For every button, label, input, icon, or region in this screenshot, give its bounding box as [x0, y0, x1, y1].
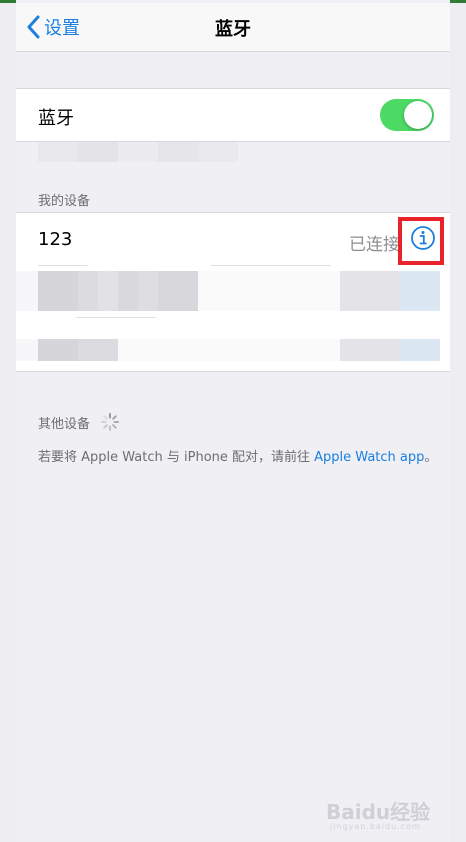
row-separator [38, 265, 88, 266]
toggle-knob [404, 101, 432, 129]
my-devices-header: 我的设备 [38, 194, 91, 209]
loading-spinner-icon [101, 413, 120, 431]
watermark-text: Baidu经验 [326, 800, 431, 824]
footnote-text: 若要将 Apple Watch 与 iPhone 配对，请前往 [38, 450, 315, 465]
device-status: 已连接 [349, 235, 400, 255]
other-devices-label: 其他设备 [38, 416, 91, 432]
my-devices-list: 123 已连接 [16, 212, 450, 372]
page-title: 蓝牙 [215, 19, 251, 40]
row-separator [76, 317, 156, 318]
watermark-url: jingyan.baidu.com [330, 822, 421, 831]
blurred-device-name [38, 142, 248, 162]
bluetooth-toggle-row: 蓝牙 [16, 88, 450, 142]
bluetooth-settings-screen: 设置 蓝牙 蓝牙 我的设备 123 已连接 其他设备 若要将 Apple Wat… [16, 0, 450, 842]
bluetooth-toggle[interactable] [380, 99, 434, 131]
footnote-suffix: 。 [424, 450, 438, 465]
bluetooth-label: 蓝牙 [38, 108, 74, 129]
baidu-watermark: Baidu经验 jingyan.baidu.com [326, 790, 436, 834]
blurred-device-row [16, 271, 450, 311]
blurred-device-row [16, 339, 450, 361]
pairing-footnote: 若要将 Apple Watch 与 iPhone 配对，请前往 Apple Wa… [38, 446, 448, 465]
device-name: 123 [38, 229, 73, 250]
navigation-bar: 设置 蓝牙 [16, 3, 450, 52]
other-devices-header: 其他设备 [38, 412, 120, 432]
highlight-box [398, 217, 444, 265]
device-row[interactable]: 123 已连接 [16, 213, 450, 265]
apple-watch-app-link[interactable]: Apple Watch app [314, 450, 424, 465]
row-separator [211, 265, 331, 266]
